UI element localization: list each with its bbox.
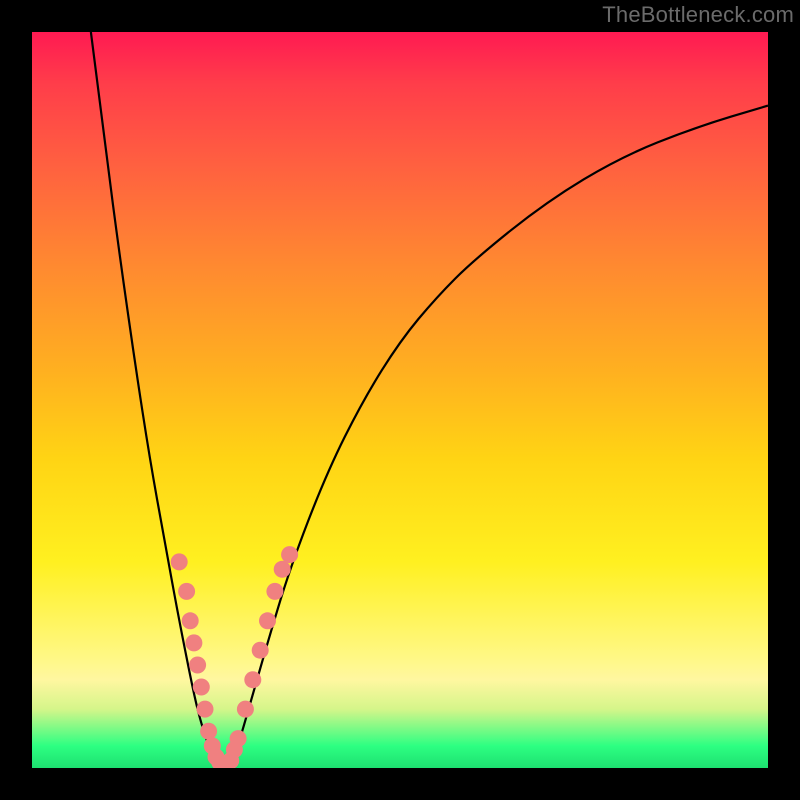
- data-marker: [171, 553, 188, 570]
- data-marker: [281, 546, 298, 563]
- data-marker: [193, 679, 210, 696]
- data-marker: [259, 612, 276, 629]
- data-marker: [200, 723, 217, 740]
- data-marker: [266, 583, 283, 600]
- bottleneck-curve: [91, 32, 768, 766]
- data-marker: [185, 634, 202, 651]
- data-marker: [274, 561, 291, 578]
- data-marker: [189, 657, 206, 674]
- watermark-text: TheBottleneck.com: [602, 2, 794, 28]
- data-marker: [230, 730, 247, 747]
- data-marker: [182, 612, 199, 629]
- marker-group: [171, 546, 298, 768]
- chart-frame: TheBottleneck.com: [0, 0, 800, 800]
- data-marker: [244, 671, 261, 688]
- data-marker: [178, 583, 195, 600]
- data-marker: [237, 701, 254, 718]
- curve-layer: [32, 32, 768, 768]
- data-marker: [197, 701, 214, 718]
- data-marker: [252, 642, 269, 659]
